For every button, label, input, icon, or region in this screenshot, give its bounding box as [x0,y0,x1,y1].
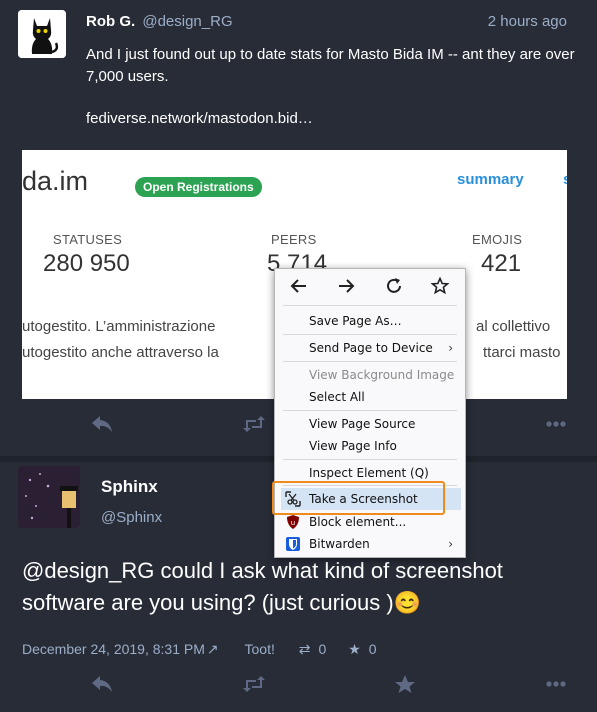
account-handle[interactable]: @design_RG [142,13,232,30]
menu-separator [283,361,457,362]
status-link[interactable]: fediverse.network/mastodon.bid… [86,110,313,127]
cat-avatar-icon [18,10,66,58]
status-text: And I just found out up to date stats fo… [86,46,575,85]
reply-icon[interactable] [90,674,114,700]
fav-count: 0 [368,641,377,657]
submenu-chevron-icon: › [448,341,453,355]
boost-count-icon: ⇄ [298,641,311,657]
menu-separator [283,305,457,306]
external-link-icon[interactable]: ↗ [207,641,219,657]
status-app[interactable]: Toot! [245,641,275,657]
boost-count: 0 [318,641,327,657]
menu-item-label: Block element... [309,515,407,529]
forward-icon[interactable] [337,277,355,300]
more-icon[interactable] [545,674,569,700]
boost-icon[interactable] [242,414,266,440]
menu-separator [283,334,457,335]
avatar[interactable] [18,10,66,58]
card-description-line: al collettivo [476,318,551,335]
status-actions [0,674,597,704]
menu-item-view-bg-image: View Background Image [309,368,455,382]
menu-item-label: Send Page to Device [309,341,433,355]
stat-value: 280 950 [43,250,130,277]
stat-label: EMOJIS [472,232,523,247]
svg-text:u: u [291,519,295,527]
bitwarden-icon [285,536,301,552]
avatar[interactable] [18,466,80,528]
card-description-line: ttarci masto [483,344,561,361]
account-handle[interactable]: @Sphinx [101,509,162,526]
status-meta: December 24, 2019, 8:31 PM ↗ Toot! ⇄ 0 ★ 0 [22,641,385,658]
menu-item-select-all[interactable]: Select All [281,386,461,408]
lantern-avatar-icon [18,466,80,528]
menu-separator [283,410,457,411]
menu-item-label: Bitwarden [309,537,370,551]
ublock-icon: u [285,514,301,530]
status-text: @design_RG could I ask what kind of scre… [22,558,503,615]
menu-item-save-page[interactable]: Save Page As… [281,310,461,332]
card-description-line: utogestito. L’amministrazione [22,318,216,335]
status-author[interactable]: Rob G. @design_RG [86,13,233,30]
stat-value: 421 [481,250,522,277]
back-icon[interactable] [290,277,308,300]
highlight-annotation-box [272,481,445,515]
card-domain: da.im [22,166,89,196]
menu-item-view-source[interactable]: View Page Source [281,413,461,435]
menu-item-bitwarden[interactable]: Bitwarden › [281,533,461,555]
stat-label: PEERS [271,232,317,247]
favourite-icon[interactable] [393,674,417,700]
fav-count-icon: ★ [348,641,361,657]
status-time[interactable]: 2 hours ago [488,13,567,30]
menu-item-send-to-device[interactable]: Send Page to Device › [281,337,461,359]
card-next-tab: s [563,171,567,188]
reload-icon[interactable] [385,277,403,300]
boost-icon[interactable] [242,674,266,700]
card-description-line: utogestito anche attraverso la [22,344,219,361]
display-name[interactable]: Sphinx [101,477,158,497]
context-nav-row [275,269,465,309]
display-name[interactable]: Rob G. [86,13,135,30]
card-summary-tab: summary [457,171,524,188]
status-date[interactable]: December 24, 2019, 8:31 PM [22,641,205,657]
stat-label: STATUSES [53,232,123,247]
menu-item-view-info[interactable]: View Page Info [281,435,461,457]
more-icon[interactable] [545,414,569,440]
reply-icon[interactable] [90,414,114,440]
submenu-chevron-icon: › [448,537,453,551]
registration-badge: Open Registrations [135,177,262,197]
menu-separator [283,459,457,460]
bookmark-star-icon[interactable] [430,276,450,300]
